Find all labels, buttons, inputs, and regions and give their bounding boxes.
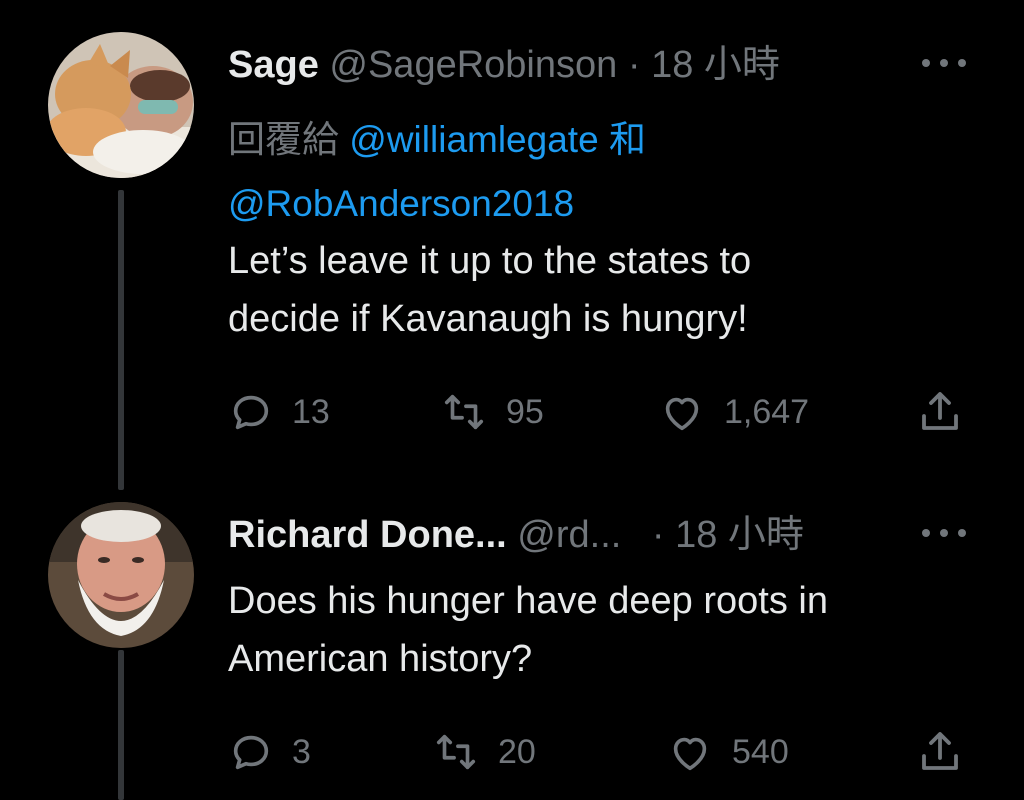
reply-context: 回覆給 @williamlegate 和 @RobAnderson2018 — [228, 108, 828, 236]
action-bar: 3 20 540 — [228, 722, 984, 782]
tweet-text-line: American history? — [228, 638, 533, 680]
mention-link[interactable]: @RobAnderson2018 — [228, 183, 574, 224]
avatar[interactable] — [48, 502, 194, 648]
retweet-count: 20 — [498, 732, 536, 771]
share-button[interactable] — [916, 722, 964, 782]
display-name[interactable]: Richard Done... — [228, 514, 507, 556]
tweet-text-line: Let’s leave it up to the states to — [228, 240, 752, 282]
tweet-header: Sage @SageRobinson · 18 小時 — [228, 40, 964, 90]
tweet[interactable]: Sage @SageRobinson · 18 小時 回覆給 @williaml… — [0, 0, 1024, 490]
reply-count: 13 — [292, 392, 330, 431]
action-bar: 13 95 1,647 — [228, 382, 984, 442]
like-icon — [665, 397, 699, 431]
more-icon[interactable] — [922, 518, 966, 548]
retweet-icon — [436, 734, 476, 770]
like-button[interactable]: 1,647 — [658, 382, 809, 442]
share-icon — [922, 392, 958, 430]
reply-conjunction: 和 — [608, 119, 646, 160]
thread-line — [118, 190, 124, 490]
like-count: 1,647 — [724, 392, 810, 431]
like-button[interactable]: 540 — [666, 722, 789, 782]
tweet-text: Does his hunger have deep roots in Ameri… — [228, 572, 968, 688]
tweet-text-line: Does his hunger have deep roots in — [228, 580, 828, 622]
timestamp[interactable]: 18 小時 — [651, 44, 780, 86]
avatar[interactable] — [48, 32, 194, 178]
reply-icon — [233, 735, 269, 770]
tweet-header: Richard Done... @rd... · 18 小時 — [228, 510, 964, 560]
mention-link[interactable]: @williamlegate — [349, 119, 598, 160]
tweet-text: Let’s leave it up to the states to decid… — [228, 232, 968, 348]
user-handle[interactable]: @SageRobinson — [329, 44, 617, 86]
separator: · — [651, 514, 665, 556]
retweet-button[interactable]: 20 — [432, 722, 536, 782]
reply-count: 3 — [292, 732, 311, 771]
reply-button[interactable]: 13 — [228, 382, 330, 442]
reply-button[interactable]: 3 — [228, 722, 311, 782]
tweet-text-line: decide if Kavanaugh is hungry! — [228, 298, 748, 340]
retweet-count: 95 — [506, 392, 544, 431]
retweet-icon — [444, 394, 484, 430]
user-handle[interactable]: @rd... — [517, 514, 621, 556]
like-icon — [673, 737, 707, 771]
display-name[interactable]: Sage — [228, 44, 319, 86]
thread-line — [118, 650, 124, 800]
timestamp[interactable]: 18 小時 — [675, 514, 804, 556]
tweet[interactable]: Richard Done... @rd... · 18 小時 Does his … — [0, 470, 1024, 800]
retweet-button[interactable]: 95 — [440, 382, 544, 442]
like-count: 540 — [732, 732, 789, 771]
more-icon[interactable] — [922, 48, 966, 78]
share-icon — [922, 732, 958, 770]
reply-prefix: 回覆給 — [228, 119, 339, 160]
reply-icon — [233, 395, 269, 430]
separator: · — [627, 44, 641, 86]
share-button[interactable] — [916, 382, 964, 442]
